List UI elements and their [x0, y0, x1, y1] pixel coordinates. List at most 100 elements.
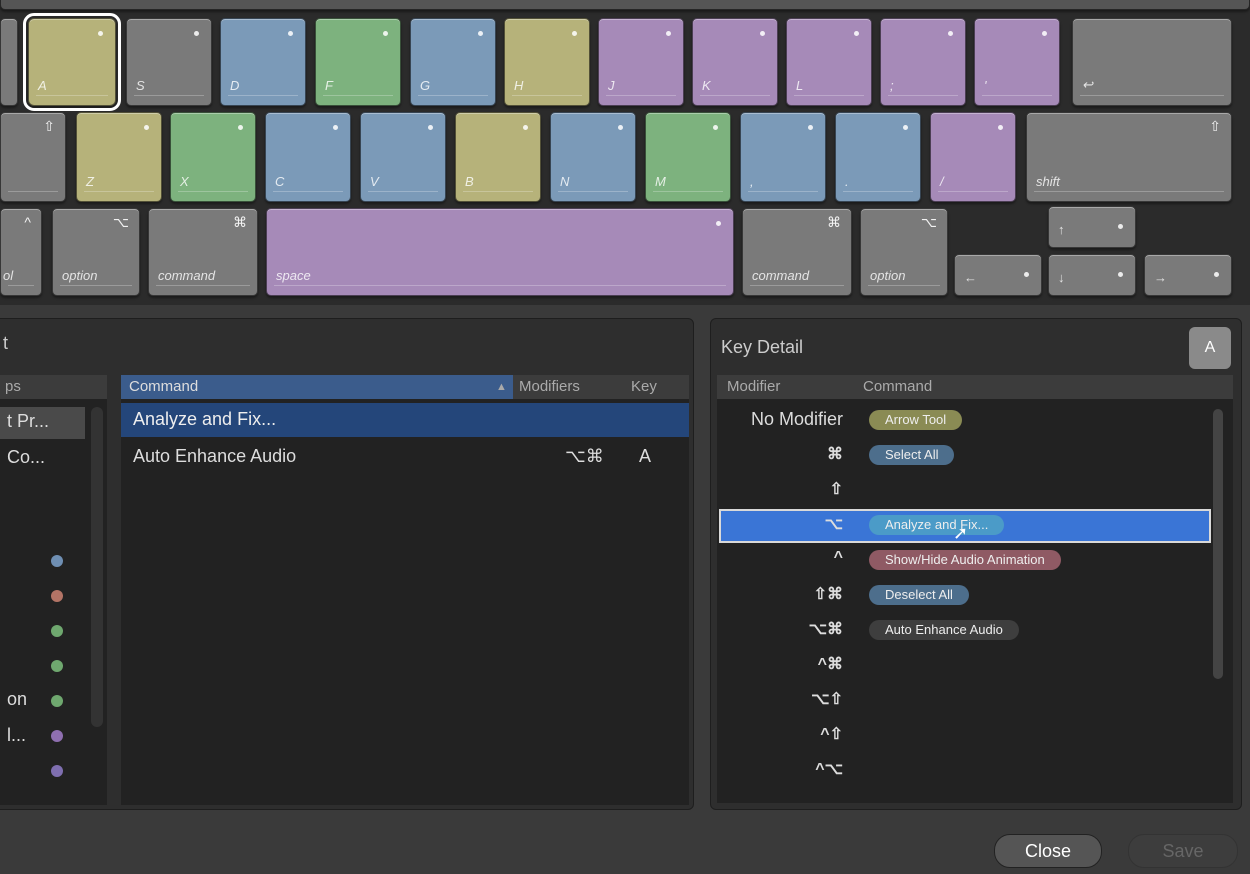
panel-title: t — [3, 333, 9, 353]
modifier-label: ^⇧ — [820, 726, 843, 743]
key-line — [794, 95, 864, 96]
key-j[interactable]: J — [598, 18, 684, 106]
modifiers-column-header[interactable]: Modifiers — [519, 375, 580, 399]
key-line — [273, 191, 343, 192]
group-item[interactable]: l... — [7, 725, 26, 746]
key-label: J — [608, 78, 615, 93]
group-color-dot — [51, 695, 63, 707]
key-l[interactable]: L — [786, 18, 872, 106]
key-semicolon[interactable]: ; — [880, 18, 966, 106]
command-pill[interactable]: Auto Enhance Audio — [869, 620, 1019, 640]
group-color-dot — [51, 555, 63, 567]
key-detail-scrollbar[interactable] — [1213, 409, 1223, 679]
close-button[interactable]: Close — [994, 834, 1102, 868]
key-return[interactable]: ↩ — [1072, 18, 1232, 106]
key-caps-partial[interactable] — [0, 18, 18, 106]
key-dot — [1118, 272, 1123, 277]
arrow-right-icon: → — [1154, 270, 1167, 285]
command-column-header[interactable]: Command — [863, 375, 932, 399]
key-line — [36, 95, 108, 96]
command-pill[interactable]: Select All — [869, 445, 955, 465]
key-line — [606, 95, 676, 96]
key-detail-title: Key Detail — [721, 337, 804, 357]
key-column-header[interactable]: Key — [631, 375, 657, 399]
key-dot — [1214, 272, 1219, 277]
command-pill[interactable]: Arrow Tool — [869, 410, 963, 430]
group-item[interactable]: Co... — [7, 447, 45, 468]
key-s[interactable]: S — [126, 18, 212, 106]
key-label: G — [420, 78, 431, 93]
modifier-label: ^⌥ — [815, 761, 843, 778]
key-dot — [238, 125, 243, 130]
key-label: S — [136, 78, 145, 93]
key-label: F — [325, 78, 333, 93]
option-icon: ⌥ — [920, 214, 937, 230]
key-line — [178, 191, 248, 192]
key-line — [982, 95, 1052, 96]
key-line — [463, 191, 533, 192]
command-pill[interactable]: Deselect All — [869, 585, 969, 605]
key-arrow-down[interactable]: ↓ — [1048, 254, 1136, 296]
arrow-left-icon: ← — [964, 270, 977, 285]
key-arrow-left[interactable]: ← — [954, 254, 1042, 296]
key-line — [558, 191, 628, 192]
key-b[interactable]: B — [455, 112, 541, 202]
key-label: ol — [3, 268, 14, 283]
key-space[interactable]: space — [266, 208, 734, 296]
key-control[interactable]: ^ ol — [0, 208, 42, 296]
command-icon: ⌘ — [233, 214, 247, 230]
command-key: A — [639, 446, 652, 466]
modifier-column-header[interactable]: Modifier — [727, 375, 780, 399]
key-option-right[interactable]: ⌥ option — [860, 208, 948, 296]
key-dot — [713, 125, 718, 130]
command-pill[interactable]: Show/Hide Audio Animation — [869, 550, 1061, 570]
key-arrow-up[interactable]: ↑ — [1048, 206, 1136, 248]
command-column-header[interactable]: Command — [121, 375, 513, 399]
key-detail-panel: Key Detail A Modifier Command No Modifie… — [710, 318, 1242, 810]
key-arrow-right[interactable]: → — [1144, 254, 1232, 296]
save-button[interactable]: Save — [1128, 834, 1238, 868]
command-pill[interactable]: Analyze and Fix... — [869, 515, 1005, 535]
key-n[interactable]: N — [550, 112, 636, 202]
key-a[interactable]: A — [23, 13, 121, 111]
key-label: option — [870, 268, 906, 283]
key-f[interactable]: F — [315, 18, 401, 106]
shift-icon: ⇧ — [1209, 118, 1221, 134]
key-comma[interactable]: , — [740, 112, 826, 202]
key-h[interactable]: H — [504, 18, 590, 106]
key-line — [1034, 191, 1224, 192]
key-m[interactable]: M — [645, 112, 731, 202]
key-command-right[interactable]: ⌘ command — [742, 208, 852, 296]
key-c[interactable]: C — [265, 112, 351, 202]
key-quote[interactable]: ' — [974, 18, 1060, 106]
group-item[interactable]: on — [7, 689, 27, 710]
key-option-left[interactable]: ⌥ option — [52, 208, 140, 296]
key-shift-left[interactable]: ⇧ — [0, 112, 66, 202]
modifier-label: ⌥⌘ — [808, 621, 843, 638]
key-period[interactable]: . — [835, 112, 921, 202]
command-name[interactable]: Auto Enhance Audio — [133, 446, 296, 467]
key-g[interactable]: G — [410, 18, 496, 106]
key-shift-right[interactable]: ⇧ shift — [1026, 112, 1232, 202]
key-line — [868, 285, 940, 286]
key-x[interactable]: X — [170, 112, 256, 202]
group-item[interactable]: t Pr... — [7, 411, 49, 432]
key-d[interactable]: D — [220, 18, 306, 106]
modifier-label: ⇧⌘ — [813, 586, 843, 603]
shift-icon: ⇧ — [43, 118, 55, 134]
groups-scrollbar[interactable] — [91, 407, 103, 727]
key-dot — [854, 31, 859, 36]
key-line — [84, 191, 154, 192]
key-dot — [523, 125, 528, 130]
command-name[interactable]: Analyze and Fix... — [133, 409, 276, 430]
key-line — [1080, 95, 1224, 96]
key-k[interactable]: K — [692, 18, 778, 106]
key-command-left[interactable]: ⌘ command — [148, 208, 258, 296]
key-label: . — [845, 174, 849, 189]
key-dot — [98, 31, 103, 36]
key-z[interactable]: Z — [76, 112, 162, 202]
groups-header[interactable]: ps — [0, 375, 107, 399]
key-v[interactable]: V — [360, 112, 446, 202]
key-slash[interactable]: / — [930, 112, 1016, 202]
key-line — [938, 191, 1008, 192]
